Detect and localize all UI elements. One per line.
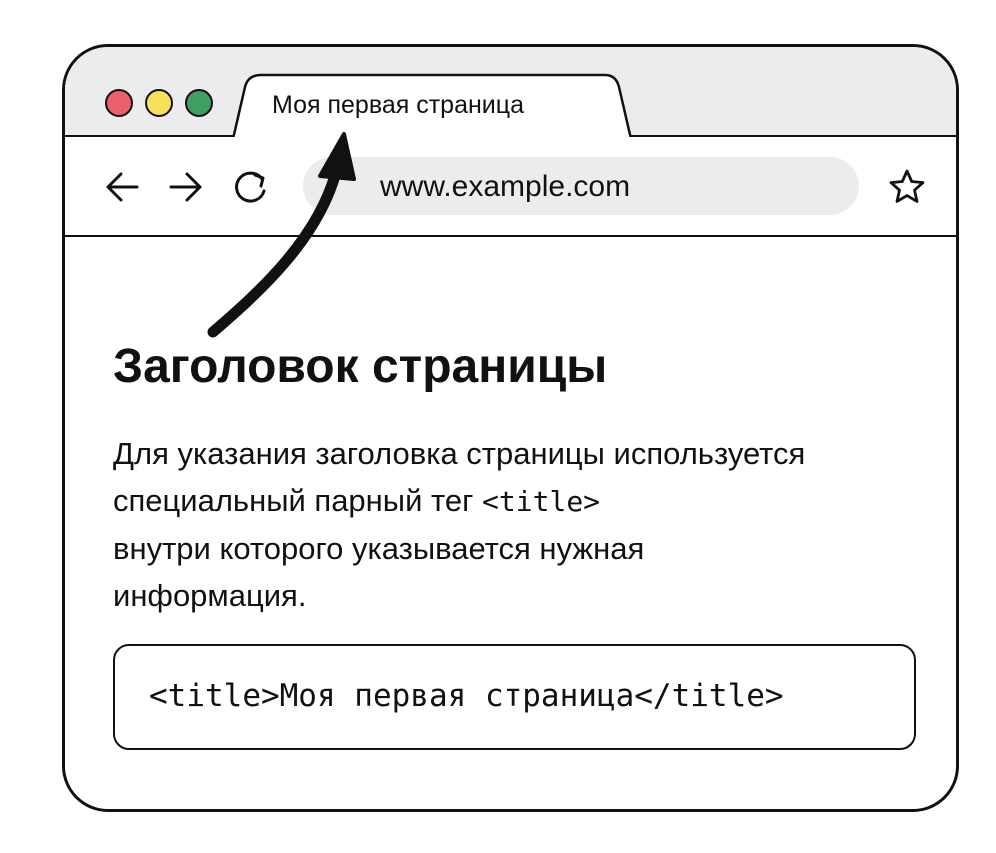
address-bar[interactable]: www.example.com: [303, 157, 859, 215]
forward-arrow-icon[interactable]: [165, 167, 205, 207]
browser-window: Моя первая страница www.example.com Заго…: [62, 44, 959, 812]
browser-toolbar: www.example.com: [65, 137, 956, 237]
paragraph-line: информация.: [113, 578, 307, 613]
tab-title[interactable]: Моя первая страница: [272, 91, 524, 120]
code-example: <title>Моя первая страница</title>: [149, 678, 784, 714]
tab-strip: Моя первая страница: [65, 47, 956, 139]
paragraph-line: внутри которого указывается нужная: [113, 531, 645, 566]
reload-icon[interactable]: [231, 167, 271, 207]
page-paragraph: Для указания заголовка страницы использу…: [113, 430, 933, 619]
code-example-box: <title>Моя первая страница</title>: [113, 644, 916, 750]
paragraph-line: Для указания заголовка страницы использу…: [113, 436, 806, 471]
star-icon[interactable]: [887, 167, 927, 207]
back-arrow-icon[interactable]: [103, 167, 143, 207]
inline-title-tag: <title>: [482, 485, 601, 518]
page-heading: Заголовок страницы: [113, 340, 608, 393]
address-bar-url[interactable]: www.example.com: [380, 170, 630, 204]
paragraph-text: специальный парный тег: [113, 483, 483, 518]
paragraph-line: специальный парный тег <title>: [113, 477, 933, 525]
